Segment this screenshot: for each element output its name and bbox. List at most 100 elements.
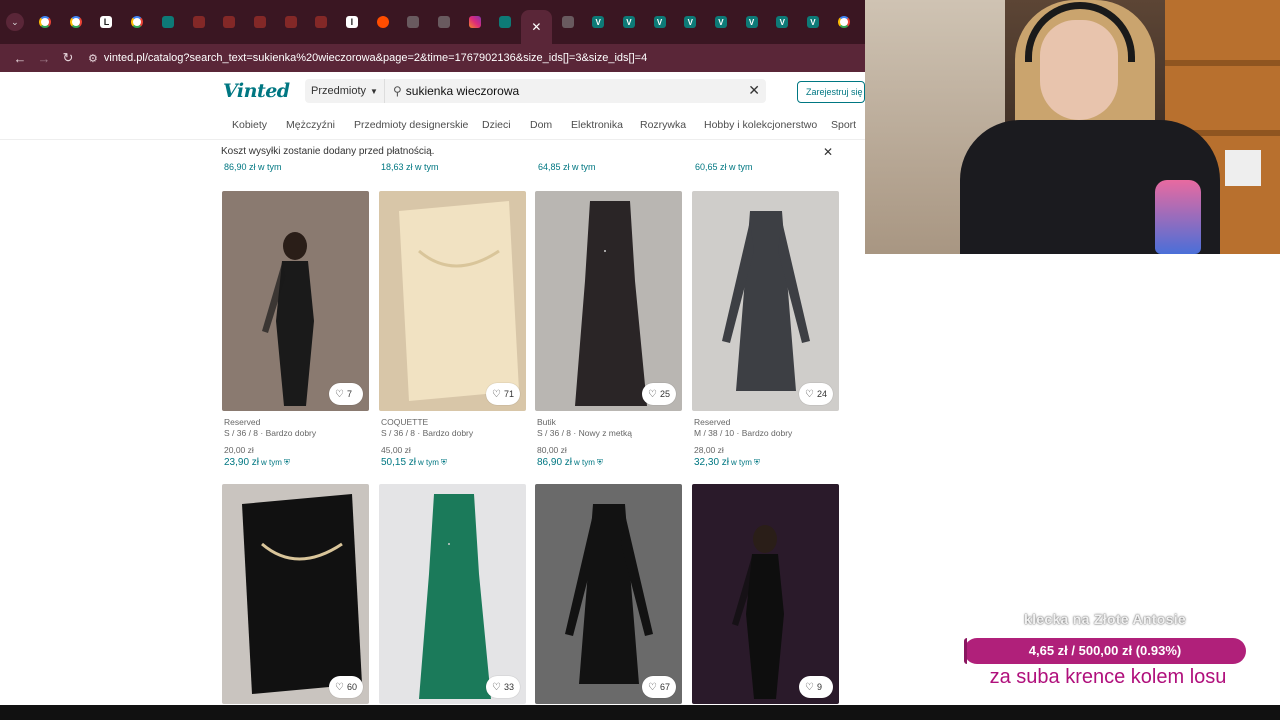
browser-tab[interactable]: V: [675, 7, 706, 37]
browser-tab[interactable]: [828, 7, 859, 37]
browser-tab[interactable]: [214, 7, 245, 37]
clear-search-icon[interactable]: ✕: [748, 82, 760, 99]
category-nav-item[interactable]: Przedmioty designerskie: [354, 119, 468, 131]
favourite-button[interactable]: ♡ 71: [486, 383, 520, 405]
browser-tab[interactable]: V: [798, 7, 829, 37]
product-card[interactable]: ♡ 24 Reserved M / 38 / 10 · Bardzo dobry 28,…: [692, 191, 839, 468]
product-card[interactable]: ♡ 60: [222, 484, 369, 704]
browser-tab[interactable]: V: [736, 7, 767, 37]
google-icon: [131, 16, 144, 28]
browser-tab[interactable]: V: [644, 7, 675, 37]
webcam-feed: [865, 0, 1280, 254]
product-card[interactable]: ♡ 67: [535, 484, 682, 704]
chevron-down-icon[interactable]: ⌄: [6, 13, 24, 31]
browser-tab[interactable]: [398, 7, 429, 37]
vinted-icon: V: [806, 16, 819, 28]
browser-tab[interactable]: V: [583, 7, 614, 37]
product-total-price[interactable]: 32,30 zł w tym ⛨: [694, 457, 839, 468]
webcam-shelf-board: [1165, 60, 1280, 66]
category-nav-item[interactable]: Hobby i kolekcjonerstwo: [704, 119, 817, 131]
product-photo[interactable]: ♡ 33: [379, 484, 526, 704]
browser-tab[interactable]: [122, 7, 153, 37]
browser-tab[interactable]: V: [614, 7, 645, 37]
play-app-icon: [376, 16, 389, 28]
browser-tab[interactable]: V: [767, 7, 798, 37]
browser-tab[interactable]: ✕: [520, 10, 553, 44]
favourite-button[interactable]: ♡ 67: [642, 676, 676, 698]
favourite-button[interactable]: ♡ 33: [486, 676, 520, 698]
product-total-price[interactable]: 86,90 zł w tym ⛨: [537, 457, 682, 468]
favourite-button[interactable]: ♡ 25: [642, 383, 676, 405]
forward-icon[interactable]: →: [32, 51, 56, 66]
product-card[interactable]: ♡ 71 COQUETTE S / 36 / 8 · Bardzo dobry 45,0…: [379, 191, 526, 468]
product-total-price[interactable]: 50,15 zł w tym ⛨: [381, 457, 526, 468]
browser-tab[interactable]: [367, 7, 398, 37]
reload-icon[interactable]: ↻: [56, 50, 80, 66]
product-total-price[interactable]: 23,90 zł w tym ⛨: [224, 457, 369, 468]
doc-icon: [407, 16, 420, 28]
category-nav-item[interactable]: Sport: [831, 119, 856, 131]
google-icon: [837, 16, 850, 28]
category-nav-item[interactable]: Kobiety: [232, 119, 267, 131]
category-nav-item[interactable]: Rozrywka: [640, 119, 686, 131]
browser-tab[interactable]: [30, 7, 61, 37]
browser-tab[interactable]: [275, 7, 306, 37]
site-info-icon[interactable]: ⚙: [88, 52, 98, 65]
url-field[interactable]: vinted.pl/catalog?search_text=sukienka%2…: [104, 52, 647, 64]
google-icon: [39, 16, 52, 28]
product-brand: Reserved: [224, 417, 261, 427]
browser-tab[interactable]: I: [337, 7, 368, 37]
heart-icon: ♡: [492, 681, 501, 693]
category-select[interactable]: Przedmioty ▼: [305, 79, 385, 103]
browser-tab[interactable]: [306, 7, 337, 37]
favourite-button[interactable]: ♡ 7: [329, 383, 363, 405]
favourite-button[interactable]: ♡ 24: [799, 383, 833, 405]
product-card[interactable]: ♡ 9: [692, 484, 839, 704]
category-nav-item[interactable]: Dzieci: [482, 119, 511, 131]
browser-tab[interactable]: [490, 7, 521, 37]
product-photo[interactable]: ♡ 9: [692, 484, 839, 704]
browser-tab[interactable]: L: [91, 7, 122, 37]
browser-tab[interactable]: [153, 7, 184, 37]
shield-icon: ⛨: [753, 457, 760, 467]
category-nav-item[interactable]: Elektronika: [571, 119, 623, 131]
product-photo[interactable]: ♡ 60: [222, 484, 369, 704]
search-bar: Przedmioty ▼ ⚲ ✕: [305, 79, 766, 103]
favourite-button[interactable]: ♡ 60: [329, 676, 363, 698]
back-icon[interactable]: ←: [8, 51, 32, 66]
product-card[interactable]: ♡ 7 Reserved S / 36 / 8 · Bardzo dobry 20,00…: [222, 191, 369, 468]
product-card[interactable]: ♡ 33: [379, 484, 526, 704]
instagram-icon: [468, 16, 481, 28]
vinted-logo[interactable]: Vinted: [223, 80, 290, 102]
browser-tab[interactable]: [429, 7, 460, 37]
red-app-icon: [284, 16, 297, 28]
webcam-wall-card: [1225, 150, 1261, 186]
heart-icon: ♡: [805, 681, 814, 693]
favourite-count: 9: [816, 682, 822, 692]
doc-icon: [561, 16, 574, 28]
category-nav-item[interactable]: Dom: [530, 119, 552, 131]
product-photo[interactable]: ♡ 7: [222, 191, 369, 411]
signup-button[interactable]: Zarejestruj się | Zaloguj się: [797, 81, 865, 103]
favourite-button[interactable]: ♡ 9: [799, 676, 833, 698]
product-photo[interactable]: ♡ 71: [379, 191, 526, 411]
doc-icon: [437, 16, 450, 28]
total-price-value: 50,15 zł: [381, 457, 417, 468]
browser-tab[interactable]: [60, 7, 91, 37]
goal-title: klecka na Złote Antosie: [1024, 611, 1186, 627]
browser-tab[interactable]: [459, 7, 490, 37]
close-banner-icon[interactable]: ✕: [823, 145, 833, 159]
browser-tab[interactable]: V: [706, 7, 737, 37]
product-details: M / 38 / 10 · Bardzo dobry: [694, 428, 793, 438]
product-card[interactable]: ♡ 25 Butik S / 36 / 8 · Nowy z metką 80,00 z…: [535, 191, 682, 468]
category-nav-item[interactable]: Mężczyźni: [286, 119, 335, 131]
product-details: S / 36 / 8 · Nowy z metką: [537, 428, 632, 438]
browser-tab[interactable]: [245, 7, 276, 37]
search-input[interactable]: [405, 84, 736, 98]
product-photo[interactable]: ♡ 24: [692, 191, 839, 411]
product-photo[interactable]: ♡ 25: [535, 191, 682, 411]
product-photo[interactable]: ♡ 67: [535, 484, 682, 704]
browser-tab[interactable]: [552, 7, 583, 37]
favourite-count: 33: [503, 682, 514, 692]
browser-tab[interactable]: [183, 7, 214, 37]
